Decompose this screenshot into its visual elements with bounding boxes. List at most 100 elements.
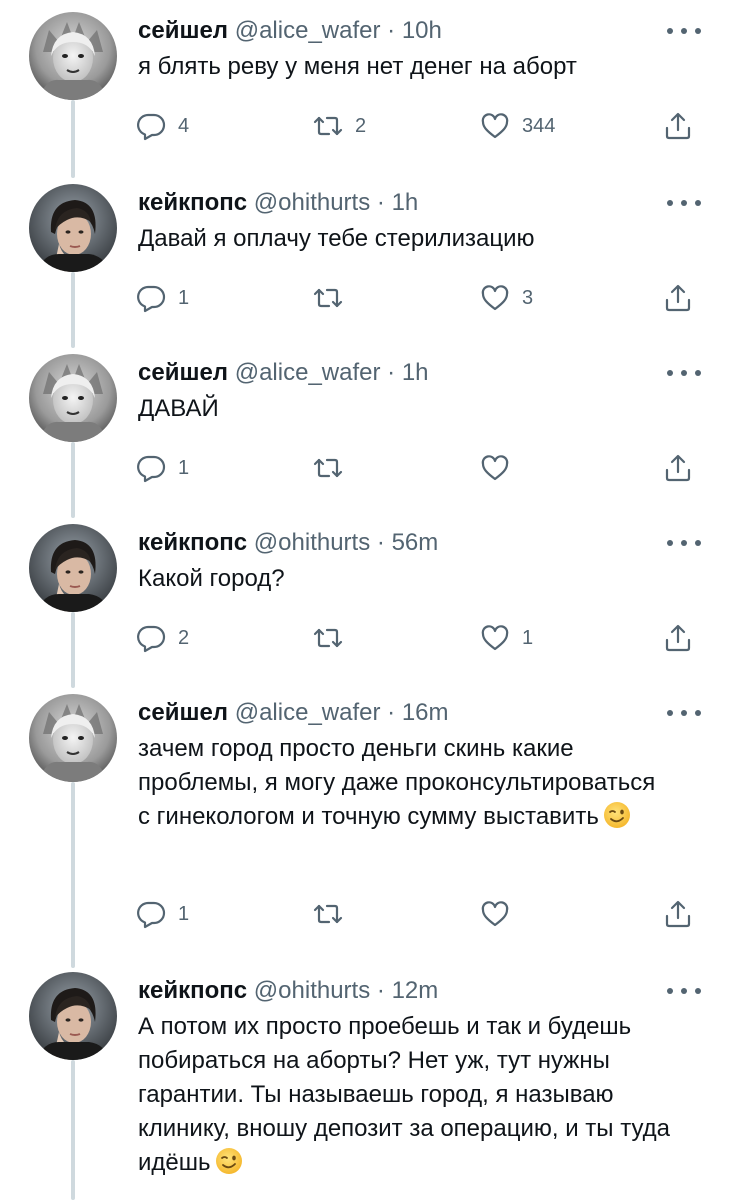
- display-name[interactable]: сейшел: [138, 17, 228, 44]
- tweet-header: сейшел @alice_wafer · 16m: [138, 698, 449, 728]
- like-count: 344: [522, 114, 556, 137]
- tweet-text: зачем город просто деньги скинь какие пр…: [138, 732, 658, 834]
- retweet-button[interactable]: [313, 278, 355, 318]
- avatar[interactable]: [29, 694, 117, 782]
- avatar[interactable]: [29, 184, 117, 272]
- reply-button[interactable]: 1: [136, 894, 189, 934]
- tweet[interactable]: сейшел @alice_wafer · 16m зачем город пр…: [0, 682, 731, 962]
- heart-icon: [480, 453, 510, 483]
- share-upload-icon: [663, 453, 693, 483]
- action-bar: 1 3: [0, 278, 731, 318]
- display-name[interactable]: кейкпопс: [138, 189, 247, 216]
- more-dots-icon[interactable]: [667, 530, 701, 556]
- share-upload-icon: [663, 899, 693, 929]
- speech-bubble-icon: [136, 623, 166, 653]
- heart-icon: [480, 111, 510, 141]
- like-button[interactable]: 344: [480, 106, 555, 146]
- avatar[interactable]: [29, 524, 117, 612]
- heart-icon: [480, 899, 510, 929]
- timestamp[interactable]: 56m: [392, 529, 439, 556]
- avatar[interactable]: [29, 972, 117, 1060]
- more-dots-icon[interactable]: [667, 700, 701, 726]
- separator-dot: ·: [387, 359, 396, 386]
- reply-button[interactable]: 2: [136, 618, 189, 658]
- more-dots-icon[interactable]: [667, 18, 701, 44]
- tweet-header: кейкпопс @ohithurts · 56m: [138, 528, 438, 558]
- display-name[interactable]: кейкпопс: [138, 529, 247, 556]
- action-bar: 1: [0, 894, 731, 934]
- user-handle[interactable]: @alice_wafer: [235, 17, 381, 44]
- retweet-button[interactable]: [313, 894, 355, 934]
- like-button[interactable]: [480, 894, 522, 934]
- speech-bubble-icon: [136, 111, 166, 141]
- user-handle[interactable]: @ohithurts: [254, 977, 370, 1004]
- like-button[interactable]: 3: [480, 278, 533, 318]
- like-button[interactable]: 1: [480, 618, 533, 658]
- timestamp[interactable]: 1h: [402, 359, 429, 386]
- winking-face-emoji: [603, 801, 631, 829]
- timestamp[interactable]: 10h: [402, 17, 442, 44]
- reply-count: 1: [178, 902, 190, 925]
- tweet-header: сейшел @alice_wafer · 1h: [138, 358, 429, 388]
- avatar[interactable]: [29, 12, 117, 100]
- timestamp[interactable]: 12m: [392, 977, 439, 1004]
- tweet[interactable]: кейкпопс @ohithurts · 56m Какой город? 2…: [0, 512, 731, 682]
- heart-icon: [480, 283, 510, 313]
- retweet-arrows-icon: [313, 111, 343, 141]
- share-button[interactable]: [663, 106, 693, 146]
- tweet[interactable]: кейкпопс @ohithurts · 12m А потом их про…: [0, 960, 731, 1200]
- reply-count: 4: [178, 114, 190, 137]
- separator-dot: ·: [376, 529, 385, 556]
- retweet-button[interactable]: [313, 618, 355, 658]
- more-dots-icon[interactable]: [667, 360, 701, 386]
- more-dots-icon[interactable]: [667, 978, 701, 1004]
- tweet-text: А потом их просто проебешь и так и будеш…: [138, 1010, 703, 1180]
- avatar[interactable]: [29, 354, 117, 442]
- reply-count: 2: [178, 626, 190, 649]
- like-count: 3: [522, 286, 534, 309]
- user-handle[interactable]: @ohithurts: [254, 529, 370, 556]
- share-button[interactable]: [663, 448, 693, 488]
- like-count: 1: [522, 626, 534, 649]
- share-button[interactable]: [663, 894, 693, 934]
- timestamp[interactable]: 1h: [392, 189, 419, 216]
- action-bar: 2 1: [0, 618, 731, 658]
- separator-dot: ·: [387, 17, 396, 44]
- retweet-arrows-icon: [313, 453, 343, 483]
- share-upload-icon: [663, 623, 693, 653]
- display-name[interactable]: сейшел: [138, 699, 228, 726]
- tweet[interactable]: сейшел @alice_wafer · 10h я блять реву у…: [0, 0, 731, 170]
- user-handle[interactable]: @alice_wafer: [235, 359, 381, 386]
- like-button[interactable]: [480, 448, 522, 488]
- retweet-arrows-icon: [313, 899, 343, 929]
- speech-bubble-icon: [136, 899, 166, 929]
- reply-count: 1: [178, 286, 190, 309]
- action-bar: 1: [0, 448, 731, 488]
- user-handle[interactable]: @ohithurts: [254, 189, 370, 216]
- share-button[interactable]: [663, 618, 693, 658]
- tweet-text: Какой город?: [138, 565, 285, 592]
- tweet-text-content: зачем город просто деньги скинь какие пр…: [138, 735, 656, 830]
- more-dots-icon[interactable]: [667, 190, 701, 216]
- tweet-header: сейшел @alice_wafer · 10h: [138, 16, 442, 46]
- separator-dot: ·: [376, 977, 385, 1004]
- reply-button[interactable]: 4: [136, 106, 189, 146]
- timestamp[interactable]: 16m: [402, 699, 449, 726]
- display-name[interactable]: кейкпопс: [138, 977, 247, 1004]
- tweet-text: Давай я оплачу тебе стерилизацию: [138, 225, 535, 252]
- heart-icon: [480, 623, 510, 653]
- retweet-button[interactable]: 2: [313, 106, 366, 146]
- speech-bubble-icon: [136, 283, 166, 313]
- reply-button[interactable]: 1: [136, 278, 189, 318]
- share-button[interactable]: [663, 278, 693, 318]
- separator-dot: ·: [387, 699, 396, 726]
- tweet[interactable]: кейкпопс @ohithurts · 1h Давай я оплачу …: [0, 172, 731, 342]
- retweet-arrows-icon: [313, 283, 343, 313]
- reply-button[interactable]: 1: [136, 448, 189, 488]
- retweet-button[interactable]: [313, 448, 355, 488]
- retweet-count: 2: [355, 114, 367, 137]
- tweet[interactable]: сейшел @alice_wafer · 1h ДАВАЙ 1: [0, 342, 731, 512]
- tweet-header: кейкпопс @ohithurts · 12m: [138, 976, 438, 1006]
- display-name[interactable]: сейшел: [138, 359, 228, 386]
- user-handle[interactable]: @alice_wafer: [235, 699, 381, 726]
